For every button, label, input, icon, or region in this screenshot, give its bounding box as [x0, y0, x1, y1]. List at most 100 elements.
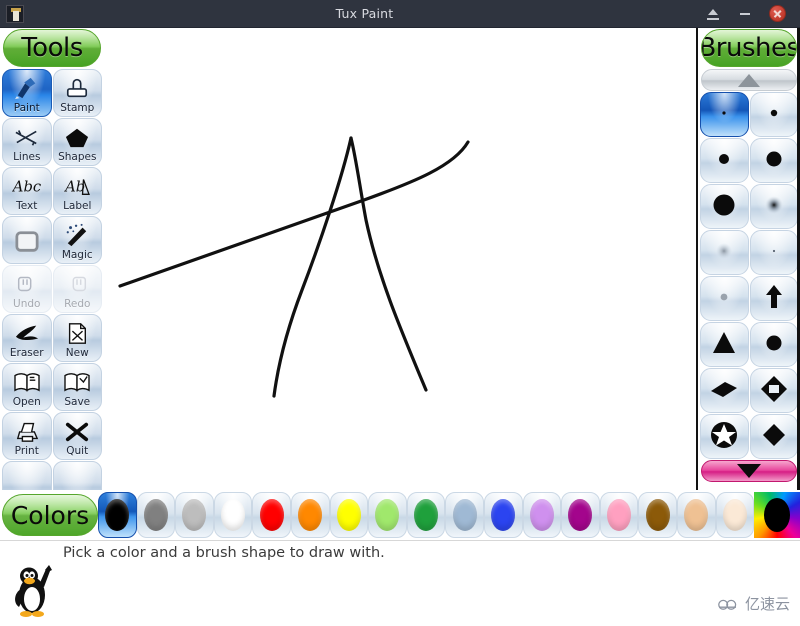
diamond-outline-brush [757, 374, 791, 408]
colors-title-label: Colors [10, 500, 90, 530]
tool-button-lines[interactable]: Lines [2, 118, 52, 166]
tool-button-save[interactable]: Save [52, 363, 102, 411]
drawing-canvas[interactable] [104, 28, 696, 490]
color-green[interactable] [406, 492, 446, 538]
color-light-green[interactable] [368, 492, 407, 538]
tool-button-shapes[interactable]: Shapes [52, 118, 102, 166]
brush-button-14[interactable] [700, 414, 749, 459]
color-rainbow-picker[interactable] [754, 492, 800, 538]
tool-button-slot-6[interactable] [2, 216, 52, 264]
brush-button-10[interactable] [700, 322, 749, 367]
color-orange[interactable] [290, 492, 330, 538]
color-black[interactable] [98, 492, 137, 538]
tiny-speck-brush [757, 236, 791, 270]
tool-button-eraser[interactable]: Eraser [2, 314, 52, 362]
color-blob [645, 499, 670, 531]
color-blue[interactable] [483, 492, 523, 538]
color-blob [221, 499, 246, 531]
color-lavender[interactable] [522, 492, 562, 538]
brush-button-0[interactable] [700, 92, 749, 137]
color-blob [684, 499, 709, 531]
save-book-icon [54, 364, 102, 396]
tool-button-text[interactable]: Abc Text [2, 167, 52, 215]
circle-large-brush [757, 144, 791, 178]
brush-button-12[interactable] [700, 368, 749, 413]
color-blob [764, 498, 791, 532]
close-icon[interactable] [769, 5, 786, 22]
brush-button-3[interactable] [749, 138, 798, 183]
tool-button-label[interactable]: Ab Label [52, 167, 102, 215]
brush-button-7[interactable] [749, 230, 798, 275]
new-page-icon [54, 315, 102, 347]
color-cream[interactable] [715, 492, 755, 538]
tool-button-print[interactable]: Print [2, 412, 52, 460]
color-light-grey[interactable] [175, 492, 214, 538]
eject-icon[interactable] [705, 6, 721, 22]
color-dark-grey[interactable] [136, 492, 176, 538]
title-bar: Tux Paint [0, 0, 800, 28]
color-red[interactable] [252, 492, 291, 538]
brush-button-13[interactable] [749, 368, 798, 413]
tools-panel: Tools Paint Stamp Lines Shapes Abc Text Ab Labe… [0, 28, 104, 509]
tool-label: Undo [13, 298, 41, 310]
tool-label: Text [16, 200, 38, 212]
tool-button-redo[interactable]: Redo [52, 265, 102, 313]
tool-button-stamp[interactable]: Stamp [52, 69, 102, 117]
soft-gray-dot-brush [707, 236, 741, 270]
color-blob [375, 499, 400, 531]
color-magenta[interactable] [561, 492, 600, 538]
brushes-panel: Brushes [696, 28, 800, 490]
tool-button-paint[interactable]: Paint [2, 69, 52, 117]
tool-button-undo[interactable]: Undo [2, 265, 52, 313]
tool-label: New [65, 347, 89, 359]
stamp-icon [54, 70, 102, 102]
tool-label: Lines [13, 151, 41, 163]
color-yellow[interactable] [329, 492, 369, 538]
minimize-icon[interactable] [737, 6, 753, 22]
dot-tiny-brush [707, 98, 741, 132]
brush-button-15[interactable] [749, 414, 798, 459]
brush-button-9[interactable] [749, 276, 798, 321]
brush-button-8[interactable] [700, 276, 749, 321]
abc-text-icon: Abc [3, 168, 51, 200]
color-blob [568, 499, 593, 531]
brush-button-2[interactable] [700, 138, 749, 183]
brush-scroll-down-button[interactable] [701, 460, 797, 482]
redo-hand-icon [54, 266, 102, 298]
tux-paint-icon [6, 4, 24, 23]
tool-label: Label [63, 200, 92, 212]
tool-label: Save [64, 396, 91, 408]
diamond-brush [757, 420, 791, 454]
svg-text:Ab: Ab [63, 178, 85, 195]
color-blob [336, 499, 361, 531]
color-cyan-blue[interactable] [445, 492, 484, 538]
star-brush [707, 420, 741, 454]
color-blob [105, 499, 130, 531]
gray-dot-brush [707, 282, 741, 316]
tool-button-open[interactable]: Open [2, 363, 52, 411]
brush-button-11[interactable] [749, 322, 798, 367]
chevron-up-icon [738, 73, 760, 87]
tools-panel-title: Tools [3, 29, 101, 67]
color-tan[interactable] [676, 492, 716, 538]
brush-button-6[interactable] [700, 230, 749, 275]
color-white[interactable] [213, 492, 253, 538]
window-title: Tux Paint [335, 6, 394, 21]
tool-button-magic[interactable]: Magic [52, 216, 102, 264]
color-brown[interactable] [638, 492, 677, 538]
brush-button-1[interactable] [749, 92, 798, 137]
tool-button-new[interactable]: New [52, 314, 102, 362]
brush-scroll-up-button[interactable] [701, 69, 797, 91]
watermark-text: 亿速云 [744, 595, 790, 613]
cloud-icon [718, 599, 737, 610]
tool-button-quit[interactable]: Quit [52, 412, 102, 460]
brush-button-5[interactable] [749, 184, 798, 229]
watermark: 亿速云 [716, 593, 790, 614]
lines-icon [3, 119, 51, 151]
color-pink[interactable] [599, 492, 639, 538]
abc-label-icon: Ab [54, 168, 102, 200]
brush-button-4[interactable] [700, 184, 749, 229]
color-blob [529, 499, 554, 531]
quit-x-icon [54, 413, 102, 445]
printer-icon [3, 413, 51, 445]
